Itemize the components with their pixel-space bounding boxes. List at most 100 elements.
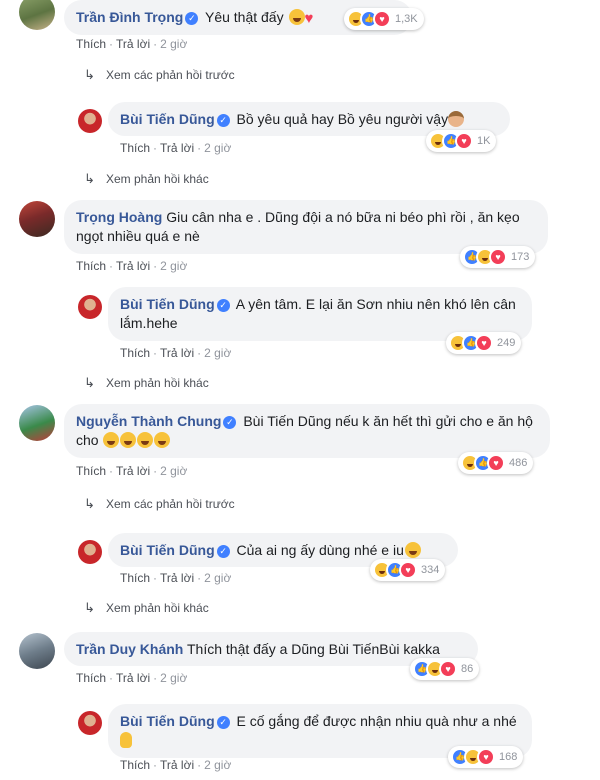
reply-arrow-icon: ↳ [84, 375, 95, 390]
comment-author[interactable]: Nguyễn Thành Chung [76, 413, 221, 429]
like-link[interactable]: Thích [76, 671, 106, 685]
timestamp: 2 giờ [204, 758, 232, 772]
timestamp: 2 giờ [204, 571, 232, 585]
reaction-summary[interactable]: 1K [426, 130, 497, 152]
view-more-replies[interactable]: ↳ Xem phản hồi khác [84, 375, 209, 391]
reaction-summary[interactable]: 86 [410, 658, 480, 680]
like-link[interactable]: Thích [76, 464, 106, 478]
smile-emoji-icon [103, 432, 120, 448]
avatar[interactable] [78, 540, 102, 564]
reply-author[interactable]: Bùi Tiến Dũng [120, 111, 215, 127]
laughing-emoji-icon [404, 542, 421, 558]
reply-link[interactable]: Trả lời [160, 141, 194, 155]
like-link[interactable]: Thích [120, 571, 150, 585]
like-link[interactable]: Thích [76, 37, 106, 51]
reaction-summary[interactable]: 168 [448, 746, 524, 768]
avatar[interactable] [78, 109, 102, 133]
view-previous-replies[interactable]: ↳ Xem các phản hồi trước [84, 67, 235, 83]
avatar[interactable] [19, 633, 55, 669]
timestamp: 2 giờ [160, 464, 188, 478]
reply-arrow-icon: ↳ [84, 600, 95, 615]
reply-arrow-icon: ↳ [84, 171, 95, 186]
reaction-count: 486 [509, 457, 528, 469]
timestamp: 2 giờ [160, 259, 188, 273]
comment-thread: Trần Đình Trọng✓ Yêu thật đấy ♥ 1,3K Thí… [0, 0, 600, 780]
view-previous-replies[interactable]: ↳ Xem các phản hồi trước [84, 496, 235, 512]
love-reaction-icon [475, 334, 493, 352]
avatar[interactable] [19, 201, 55, 237]
reply-actions: Thích · Trả lời · 2 giờ [120, 758, 232, 772]
avatar[interactable] [19, 405, 55, 441]
reply-arrow-icon: ↳ [84, 67, 95, 82]
reaction-summary[interactable]: 486 [458, 452, 534, 474]
reply-actions: Thích · Trả lời · 2 giờ [120, 346, 232, 360]
verified-badge-icon: ✓ [185, 12, 199, 25]
reaction-count: 249 [497, 337, 516, 349]
reaction-count: 86 [461, 663, 474, 675]
reply-link[interactable]: Trả lời [160, 346, 194, 360]
reply-link[interactable]: Trả lời [160, 571, 194, 585]
person-emoji-icon [448, 111, 465, 127]
reply-text: Của ai ng ấy dùng nhé e iu [236, 542, 404, 558]
reaction-summary[interactable]: 173 [460, 246, 536, 268]
comment-bubble: Nguyễn Thành Chung ✓ Bùi Tiến Dũng nếu k … [64, 404, 550, 458]
verified-badge-icon: ✓ [216, 716, 230, 729]
like-link[interactable]: Thích [120, 346, 150, 360]
timestamp: 2 giờ [160, 671, 188, 685]
comment-author[interactable]: Trọng Hoàng [76, 209, 162, 225]
reply-author[interactable]: Bùi Tiến Dũng [120, 542, 215, 558]
comment-actions: Thích · Trả lời · 2 giờ [76, 671, 188, 685]
reaction-count: 334 [421, 564, 440, 576]
comment-text: Thích thật đấy a Dũng Bùi TiếnBùi kakka [187, 641, 440, 657]
timestamp: 2 giờ [204, 346, 232, 360]
comment-actions: Thích · Trả lời · 2 giờ [76, 259, 188, 273]
reaction-count: 1,3K [395, 13, 418, 25]
verified-badge-icon: ✓ [216, 545, 230, 558]
laughing-emoji-icon [288, 9, 305, 25]
reaction-count: 1K [477, 135, 491, 147]
love-reaction-icon [487, 454, 505, 472]
like-link[interactable]: Thích [76, 259, 106, 273]
reaction-summary[interactable]: 249 [446, 332, 522, 354]
view-more-replies[interactable]: ↳ Xem phản hồi khác [84, 171, 209, 187]
love-reaction-icon [455, 132, 473, 150]
comment-actions: Thích · Trả lời · 2 giờ [76, 464, 188, 478]
like-link[interactable]: Thích [120, 141, 150, 155]
reply-actions: Thích · Trả lời · 2 giờ [120, 571, 232, 585]
love-reaction-icon [439, 660, 457, 678]
avatar[interactable] [78, 295, 102, 319]
timestamp: 2 giờ [160, 37, 188, 51]
reaction-summary[interactable]: 334 [370, 559, 446, 581]
reply-actions: Thích · Trả lời · 2 giờ [120, 141, 232, 155]
avatar[interactable] [19, 0, 55, 30]
smile-emoji-icon [154, 432, 171, 448]
love-reaction-icon [477, 748, 495, 766]
reaction-summary[interactable]: 1,3K [344, 8, 424, 30]
love-reaction-icon [399, 561, 417, 579]
reply-link[interactable]: Trả lời [116, 259, 150, 273]
reaction-count: 168 [499, 751, 518, 763]
comment-author[interactable]: Trần Duy Khánh [76, 641, 183, 657]
comment-text: Yêu thật đấy [204, 9, 284, 25]
reaction-count: 173 [511, 251, 530, 263]
reply-text: E cố gắng để được nhận nhiu quà như a nh… [236, 713, 517, 729]
reply-arrow-icon: ↳ [84, 496, 95, 511]
love-reaction-icon [489, 248, 507, 266]
reply-author[interactable]: Bùi Tiến Dũng [120, 713, 215, 729]
comment-author[interactable]: Trần Đình Trọng [76, 9, 183, 25]
heart-emoji-icon: ♥ [304, 10, 314, 27]
reply-link[interactable]: Trả lời [160, 758, 194, 772]
like-link[interactable]: Thích [120, 758, 150, 772]
view-more-replies[interactable]: ↳ Xem phản hồi khác [84, 600, 209, 616]
avatar[interactable] [78, 711, 102, 735]
comment-actions: Thích · Trả lời · 2 giờ [76, 37, 188, 51]
reply-link[interactable]: Trả lời [116, 464, 150, 478]
verified-badge-icon: ✓ [216, 299, 230, 312]
reply-link[interactable]: Trả lời [116, 37, 150, 51]
smile-emoji-icon [137, 432, 154, 448]
verified-badge-icon: ✓ [223, 416, 237, 429]
love-reaction-icon [373, 10, 391, 28]
reply-author[interactable]: Bùi Tiến Dũng [120, 296, 215, 312]
reply-text: Bồ yêu quả hay Bồ yêu người vậy [236, 111, 449, 127]
reply-link[interactable]: Trả lời [116, 671, 150, 685]
